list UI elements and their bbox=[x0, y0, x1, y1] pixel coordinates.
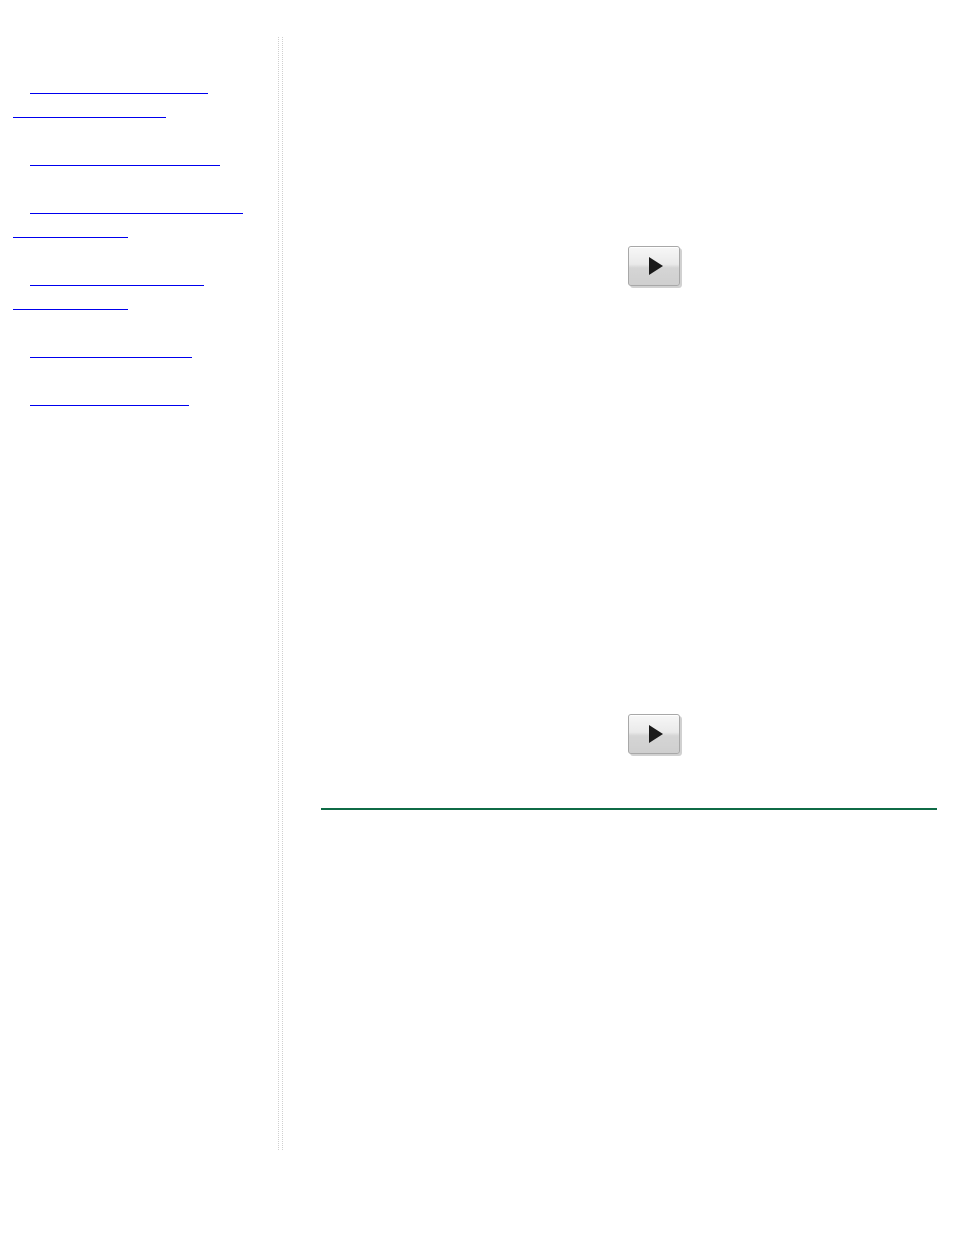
sidebar-link-8[interactable] bbox=[30, 404, 189, 406]
play-icon bbox=[649, 725, 663, 743]
sidebar-link-3[interactable] bbox=[30, 212, 243, 214]
sidebar-link-1[interactable] bbox=[13, 116, 166, 118]
sidebar-link-0[interactable] bbox=[30, 92, 208, 94]
sidebar-link-2[interactable] bbox=[30, 164, 220, 166]
vertical-separator bbox=[278, 37, 280, 1150]
sidebar-link-4[interactable] bbox=[13, 236, 128, 238]
vertical-separator bbox=[282, 37, 284, 1150]
sidebar-link-7[interactable] bbox=[30, 356, 192, 358]
play-button-1[interactable] bbox=[628, 246, 680, 286]
page bbox=[0, 0, 954, 1235]
play-icon bbox=[649, 257, 663, 275]
sidebar-link-6[interactable] bbox=[13, 308, 128, 310]
sidebar-link-5[interactable] bbox=[30, 284, 204, 286]
play-button-2[interactable] bbox=[628, 714, 680, 754]
section-divider bbox=[321, 808, 937, 810]
